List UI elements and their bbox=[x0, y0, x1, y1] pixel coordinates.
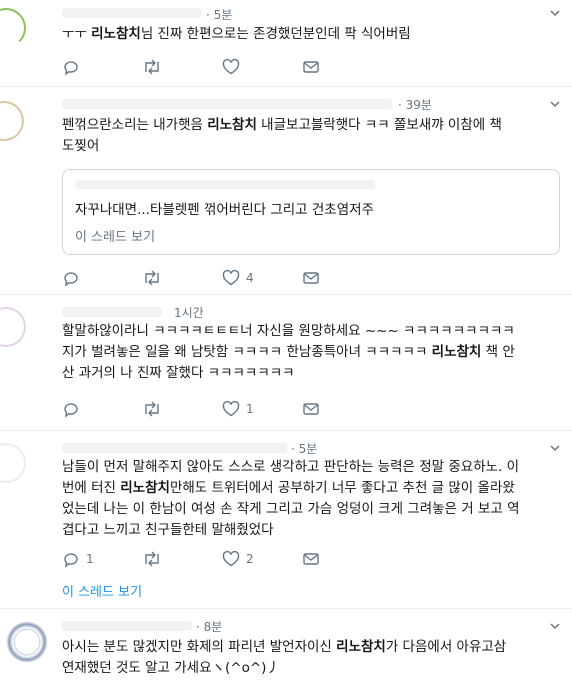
dm-button[interactable] bbox=[302, 550, 320, 568]
like-button[interactable] bbox=[222, 58, 240, 76]
reply-button[interactable] bbox=[62, 400, 80, 418]
retweet-button[interactable] bbox=[142, 550, 162, 568]
retweet-button[interactable] bbox=[142, 269, 162, 287]
like-count: 1 bbox=[246, 402, 254, 416]
tweet-text: 펜꺾으란소리는 내가햇음 리노참치 내글보고블락햇다 ㅋㅋ 쫄보새꺄 이참에 책… bbox=[62, 117, 502, 154]
username-blur bbox=[62, 621, 192, 631]
tweet-text: 할말하않이라니 ㅋㅋㅋㅋㅌㅌㅌ너 자신을 원망하세요 ~~~ ㅋㅋㅋㅋㅋㅋㅋㅋㅋ… bbox=[62, 323, 515, 381]
reply-icon bbox=[62, 58, 80, 76]
mention[interactable]: 리노참치 bbox=[207, 117, 257, 133]
reply-icon bbox=[62, 269, 80, 287]
quoted-tweet[interactable]: 자꾸나대면...타블렛펜 꺾어버린다 그리고 건초염저주 이 스레드 보기 bbox=[62, 169, 560, 255]
tweet-timestamp[interactable]: · 39분 bbox=[398, 96, 432, 113]
tweet-text: ㅜㅜ 리노참치님 진짜 한편으로는 존경했던분인데 팍 식어버림 bbox=[62, 26, 411, 42]
dm-button[interactable] bbox=[302, 58, 320, 76]
like-icon bbox=[222, 550, 240, 568]
chevron-down-icon[interactable] bbox=[550, 100, 560, 110]
quoted-text: 자꾸나대면...타블렛펜 꺾어버린다 그리고 건초염저주 bbox=[75, 202, 374, 218]
tweet[interactable]: · 8분 아시는 분도 많겠지만 화제의 파리년 발언자이신 리노참치가 다음에… bbox=[0, 609, 572, 696]
tweet[interactable]: · 5분 ㅜㅜ 리노참치님 진짜 한편으로는 존경했던분인데 팍 식어버림 bbox=[0, 0, 572, 87]
like-icon bbox=[222, 400, 240, 418]
tweet-timestamp[interactable]: 1시간 bbox=[174, 304, 204, 321]
reply-button[interactable] bbox=[62, 58, 80, 76]
avatar[interactable] bbox=[0, 8, 26, 48]
mention[interactable]: 리노참치 bbox=[120, 480, 170, 496]
dm-button[interactable] bbox=[302, 400, 320, 418]
dm-icon bbox=[302, 269, 320, 287]
chevron-down-icon[interactable] bbox=[550, 444, 560, 454]
like-button[interactable]: 4 bbox=[222, 269, 254, 287]
reply-count: 1 bbox=[86, 552, 94, 566]
quoted-thread-link[interactable]: 이 스레드 보기 bbox=[75, 226, 155, 245]
tweet-timestamp[interactable]: · 5분 bbox=[206, 6, 232, 23]
retweet-icon bbox=[142, 400, 162, 418]
tweet-actions bbox=[62, 58, 362, 76]
thread-link[interactable]: 이 스레드 보기 bbox=[62, 581, 142, 600]
mention[interactable]: 리노참치 bbox=[432, 344, 482, 360]
reply-icon bbox=[62, 400, 80, 418]
avatar[interactable] bbox=[6, 621, 48, 663]
like-count: 2 bbox=[246, 552, 254, 566]
username-blur bbox=[62, 443, 287, 453]
retweet-button[interactable] bbox=[142, 400, 162, 418]
quoted-username-blur bbox=[75, 180, 375, 189]
username-blur bbox=[62, 307, 162, 317]
like-icon bbox=[222, 58, 240, 76]
retweet-icon bbox=[142, 550, 162, 568]
dm-icon bbox=[302, 400, 320, 418]
tweet-timestamp[interactable]: · 5분 bbox=[291, 440, 317, 457]
like-button[interactable]: 2 bbox=[222, 550, 254, 568]
avatar[interactable] bbox=[0, 307, 26, 347]
retweet-icon bbox=[142, 58, 162, 76]
mention[interactable]: 리노참치 bbox=[91, 26, 141, 42]
dm-icon bbox=[302, 58, 320, 76]
tweet-actions: 1 2 bbox=[62, 550, 362, 568]
tweet-text: 아시는 분도 많겠지만 화제의 파리년 발언자이신 리노참치가 다음에서 아유고… bbox=[62, 639, 507, 676]
mention[interactable]: 리노참치 bbox=[336, 639, 386, 655]
retweet-button[interactable] bbox=[142, 58, 162, 76]
tweet[interactable]: · 5분 남들이 먼저 말해주지 않아도 스스로 생각하고 판단하는 능력은 정… bbox=[0, 431, 572, 609]
retweet-icon bbox=[142, 269, 162, 287]
avatar[interactable] bbox=[0, 101, 24, 141]
tweet[interactable]: · 39분 펜꺾으란소리는 내가햇음 리노참치 내글보고블락햇다 ㅋㅋ 쫄보새꺄… bbox=[0, 87, 572, 295]
tweet-actions: 1 bbox=[62, 400, 362, 418]
chevron-down-icon[interactable] bbox=[550, 622, 560, 632]
username-blur bbox=[62, 99, 392, 109]
tweet-timestamp[interactable]: · 8분 bbox=[196, 618, 222, 635]
dm-icon bbox=[302, 550, 320, 568]
tweet-text: 남들이 먼저 말해주지 않아도 스스로 생각하고 판단하는 능력은 정말 중요하… bbox=[62, 459, 520, 538]
avatar[interactable] bbox=[0, 443, 26, 483]
reply-icon bbox=[62, 550, 80, 568]
tweet[interactable]: 1시간 할말하않이라니 ㅋㅋㅋㅋㅌㅌㅌ너 자신을 원망하세요 ~~~ ㅋㅋㅋㅋㅋ… bbox=[0, 295, 572, 431]
username-blur bbox=[62, 8, 202, 18]
like-button[interactable]: 1 bbox=[222, 400, 254, 418]
reply-button[interactable]: 1 bbox=[62, 550, 94, 568]
tweet-actions: 4 bbox=[62, 269, 362, 287]
reply-button[interactable] bbox=[62, 269, 80, 287]
like-count: 4 bbox=[246, 271, 254, 285]
dm-button[interactable] bbox=[302, 269, 320, 287]
like-icon bbox=[222, 269, 240, 287]
chevron-down-icon[interactable] bbox=[550, 9, 560, 19]
